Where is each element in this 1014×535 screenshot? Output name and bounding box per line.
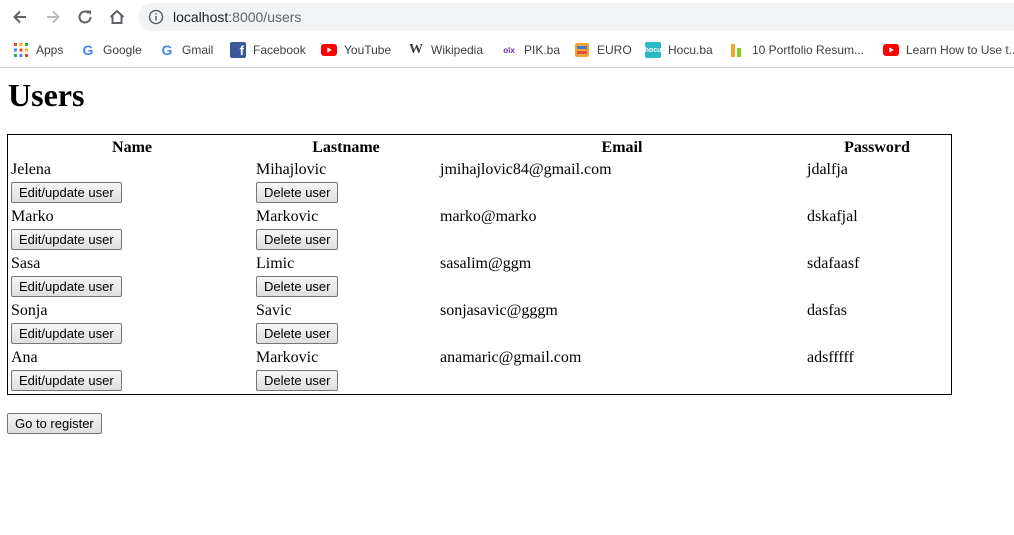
bookmark-learn[interactable]: Learn How to Use t...	[883, 42, 1014, 58]
cell-name: Jelena	[11, 161, 51, 178]
cell-email: anamaric@gmail.com	[440, 349, 582, 366]
bookmark-gmail[interactable]: G Gmail	[159, 42, 214, 58]
back-arrow-icon	[13, 10, 26, 24]
bookmark-portfolio[interactable]: 10 Portfolio Resum...	[729, 42, 864, 58]
bookmark-label: Wikipedia	[431, 43, 484, 57]
edit-user-button[interactable]: Edit/update user	[11, 370, 122, 391]
browser-chrome: localhost:8000/users Apps G Google G Gmail…	[0, 0, 1014, 68]
edit-user-button[interactable]: Edit/update user	[11, 276, 122, 297]
hocu-icon: hocu	[645, 42, 661, 58]
delete-user-button[interactable]: Delete user	[256, 276, 339, 297]
back-button[interactable]	[8, 5, 32, 29]
bookmarks-bar: Apps G Google G Gmail f Facebook YouTube WW…	[0, 34, 1014, 68]
cell-lastname: Markovic	[256, 349, 319, 366]
cell-password: sdafaasf	[807, 255, 860, 272]
cell-name: Ana	[11, 349, 38, 366]
navigation-bar: localhost:8000/users	[0, 0, 1014, 34]
cell-lastname: Mihajlovic	[256, 161, 327, 178]
edit-user-button[interactable]: Edit/update user	[11, 182, 122, 203]
youtube-icon	[883, 42, 899, 58]
delete-user-button[interactable]: Delete user	[256, 182, 339, 203]
facebook-icon: f	[230, 42, 246, 58]
reload-icon	[78, 10, 92, 24]
header-name: Name	[112, 139, 152, 156]
cell-password: jdalfja	[807, 161, 848, 178]
cell-password: dasfas	[807, 302, 847, 319]
delete-user-button[interactable]: Delete user	[256, 323, 339, 344]
delete-user-button[interactable]: Delete user	[256, 370, 339, 391]
cell-name: Marko	[11, 208, 54, 225]
cell-lastname: Limic	[256, 255, 295, 272]
bookmark-euro[interactable]: EURO	[574, 42, 632, 58]
cell-password: adsfffff	[807, 349, 854, 366]
bookmark-label: Learn How to Use t...	[906, 43, 1014, 57]
header-lastname: Lastname	[312, 139, 380, 156]
cell-lastname: Markovic	[256, 208, 319, 225]
users-table: Name Lastname Email Password Jelena Miha…	[7, 134, 952, 395]
google-icon: G	[161, 42, 173, 58]
address-bar[interactable]: localhost:8000/users	[138, 3, 1014, 31]
cell-email: marko@marko	[440, 208, 537, 225]
url-text: localhost:8000/users	[173, 9, 301, 25]
bookmark-facebook[interactable]: f Facebook	[230, 42, 306, 58]
bookmark-label: Hocu.ba	[668, 43, 713, 57]
forward-arrow-icon	[47, 10, 60, 24]
bookmark-label: Google	[103, 43, 142, 57]
bookmark-wikipedia[interactable]: W Wikipedia	[408, 42, 483, 58]
cell-email: sasalim@ggm	[440, 255, 532, 272]
reload-button[interactable]	[73, 5, 97, 29]
go-to-register-button[interactable]: Go to register	[7, 413, 102, 434]
bookmark-label: YouTube	[344, 43, 392, 57]
youtube-icon	[321, 42, 337, 58]
bookmark-apps[interactable]: Apps	[13, 42, 63, 58]
cell-password: dskafjal	[807, 208, 858, 225]
wikipedia-icon: W	[409, 42, 423, 57]
cell-email: sonjasavic@gggm	[440, 302, 558, 319]
edit-user-button[interactable]: Edit/update user	[11, 323, 122, 344]
url-path: :8000/users	[228, 9, 302, 25]
bookmark-youtube[interactable]: YouTube	[321, 42, 391, 58]
info-icon	[148, 9, 164, 25]
cell-email: jmihajlovic84@gmail.com	[440, 161, 612, 178]
bookmark-pik[interactable]: olx PIK.ba	[501, 42, 560, 58]
bookmark-hocu[interactable]: hocu Hocu.ba	[645, 42, 713, 58]
home-icon	[109, 9, 125, 24]
bookmark-label: Gmail	[182, 43, 214, 57]
portfolio-icon	[729, 42, 745, 58]
delete-user-button[interactable]: Delete user	[256, 229, 339, 250]
header-password: Password	[844, 139, 910, 156]
olx-icon: olx	[503, 45, 515, 55]
bookmark-google[interactable]: G Google	[80, 42, 142, 58]
header-email: Email	[601, 139, 643, 156]
forward-button[interactable]	[41, 5, 65, 29]
url-host: localhost	[173, 9, 229, 25]
euro-icon	[574, 42, 590, 58]
bookmark-label: 10 Portfolio Resum...	[752, 43, 865, 57]
bookmark-label: PIK.ba	[524, 43, 561, 57]
edit-user-button[interactable]: Edit/update user	[11, 229, 122, 250]
bookmark-label: Facebook	[253, 43, 306, 57]
google-icon: G	[82, 42, 94, 58]
home-button[interactable]	[105, 5, 129, 29]
apps-grid-icon	[13, 42, 29, 58]
bookmark-label: EURO	[597, 43, 632, 57]
cell-name: Sonja	[11, 302, 48, 319]
bookmark-label: Apps	[36, 43, 64, 57]
cell-lastname: Savic	[256, 302, 292, 319]
cell-name: Sasa	[11, 255, 41, 272]
page-title: Users	[8, 77, 85, 113]
